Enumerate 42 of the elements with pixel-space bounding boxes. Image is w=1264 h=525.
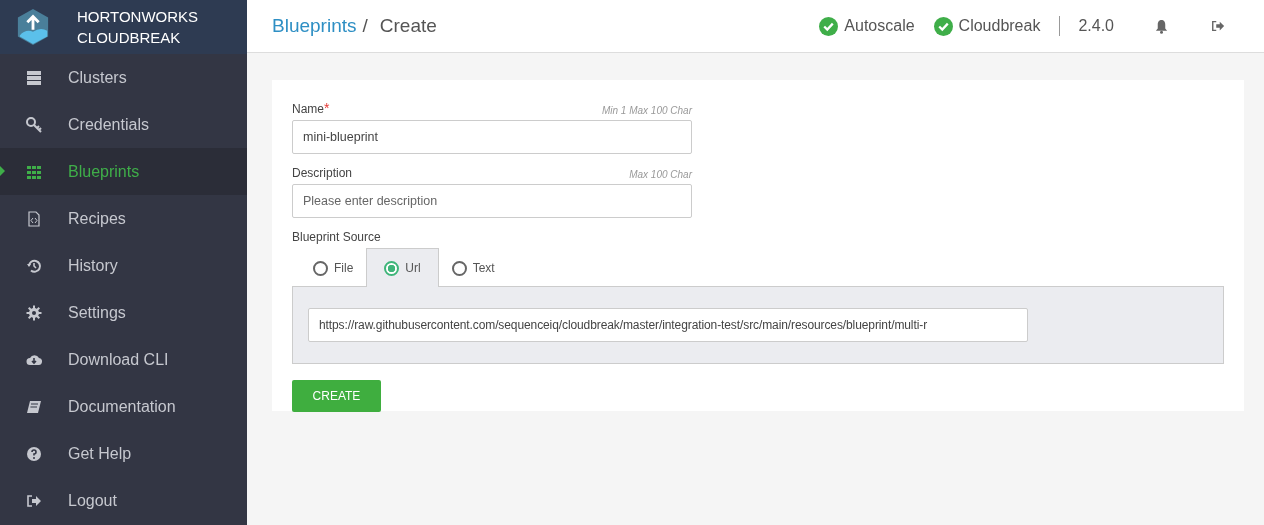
field-label: Description (292, 166, 353, 180)
bell-icon[interactable] (1154, 18, 1169, 34)
field-label: Blueprint Source (292, 230, 382, 244)
pointer-icon (0, 166, 5, 176)
brand-name: HORTONWORKS (77, 7, 199, 27)
help-icon (26, 445, 42, 462)
clusters-icon (26, 69, 42, 86)
recipes-icon (26, 210, 42, 227)
url-field[interactable]: https://raw.githubusercontent.com/sequenceiq/cloudbreak/master/integration-test/src/main/resources/blueprint/multi-r (308, 308, 1028, 342)
source-tab[interactable]: Url (366, 248, 439, 287)
status-label: Cloudbreak (958, 17, 1041, 35)
name-field[interactable]: mini-blueprint (292, 120, 692, 154)
source-tab[interactable]: Text (438, 248, 508, 287)
sidebar-item[interactable]: Get Help (0, 430, 247, 477)
field-hint: Max 100 Char (629, 169, 692, 180)
credentials-icon (26, 116, 42, 133)
sidebar-item[interactable]: Credentials (0, 101, 247, 148)
source-tab[interactable]: File (300, 248, 367, 287)
settings-icon (26, 304, 42, 321)
version-label: 2.4.0 (1078, 17, 1114, 35)
page-title: Create (379, 15, 437, 37)
breadcrumb-link[interactable]: Blueprints (272, 15, 357, 37)
field-label: Name* (292, 100, 330, 116)
sidebar-item[interactable]: Documentation (0, 383, 247, 430)
logout-icon[interactable] (1211, 19, 1225, 33)
history-icon (26, 257, 42, 274)
logo-icon (16, 8, 50, 46)
description-field[interactable]: Please enter description (292, 184, 692, 218)
sidebar-item[interactable]: Download CLI (0, 336, 247, 383)
sidebar-item[interactable]: Clusters (0, 54, 247, 101)
brand-name: CLOUDBREAK (77, 28, 182, 48)
logout-icon (26, 492, 42, 509)
status-label: Autoscale (844, 17, 915, 35)
breadcrumb-separator: / (362, 15, 368, 37)
blueprints-icon (26, 163, 42, 180)
documentation-icon (26, 398, 42, 415)
sidebar-item[interactable]: Blueprints (0, 148, 247, 195)
sidebar-item[interactable]: Logout (0, 477, 247, 524)
sidebar-item[interactable]: History (0, 242, 247, 289)
sidebar-item[interactable]: Settings (0, 289, 247, 336)
sidebar-item[interactable]: Recipes (0, 195, 247, 242)
field-hint: Min 1 Max 100 Char (601, 105, 692, 116)
